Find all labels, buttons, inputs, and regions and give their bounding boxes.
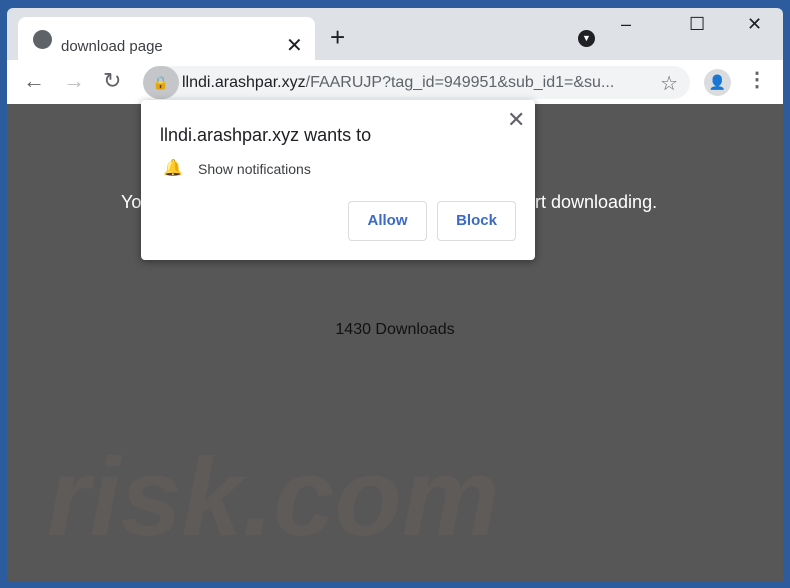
tab-title: download page	[61, 38, 163, 55]
back-icon[interactable]: ←	[23, 68, 45, 94]
instruction-text-left: Yo	[121, 192, 142, 212]
browser-window: download page ✕ + ▼ – ☐ ✕ ← → ↻ 🔒 llndi.…	[7, 8, 783, 581]
url-path: /FAARUJP?tag_id=949951&sub_id1=&su...	[305, 74, 615, 91]
notification-permission-popup: llndi.arashpar.xyz wants to ✕ 🔔 Show not…	[141, 100, 535, 260]
globe-icon	[33, 30, 52, 49]
url-text[interactable]: llndi.arashpar.xyz/FAARUJP?tag_id=949951…	[182, 74, 614, 92]
maximize-button[interactable]: ☐	[689, 14, 705, 35]
watermark: risk.com	[47, 436, 500, 559]
bell-icon: 🔔	[163, 160, 183, 177]
media-control-icon[interactable]: ▼	[578, 30, 595, 47]
close-window-button[interactable]: ✕	[747, 14, 762, 35]
forward-icon[interactable]: →	[63, 68, 85, 94]
reload-icon[interactable]: ↻	[103, 68, 121, 94]
download-count: 1430 Downloads	[335, 321, 455, 338]
instruction-text-right: rt downloading.	[535, 192, 658, 212]
block-button[interactable]: Block	[437, 201, 516, 241]
tab-close-icon[interactable]: ✕	[286, 33, 303, 58]
bookmark-star-icon[interactable]: ☆	[660, 71, 678, 96]
permission-label: Show notifications	[198, 161, 311, 177]
allow-button[interactable]: Allow	[348, 201, 427, 241]
popup-title: llndi.arashpar.xyz wants to	[160, 125, 372, 145]
url-host: llndi.arashpar.xyz	[182, 74, 306, 91]
new-tab-button[interactable]: +	[330, 22, 345, 53]
profile-avatar-icon[interactable]: 👤	[704, 69, 731, 96]
popup-close-icon[interactable]: ✕	[507, 107, 525, 133]
minimize-button[interactable]: –	[621, 14, 631, 35]
toolbar: ← → ↻ 🔒 llndi.arashpar.xyz/FAARUJP?tag_i…	[7, 60, 783, 104]
address-bar[interactable]: 🔒 llndi.arashpar.xyz/FAARUJP?tag_id=9499…	[143, 66, 690, 99]
lock-icon[interactable]: 🔒	[143, 66, 179, 99]
menu-kebab-icon[interactable]: ⋮	[747, 67, 767, 92]
